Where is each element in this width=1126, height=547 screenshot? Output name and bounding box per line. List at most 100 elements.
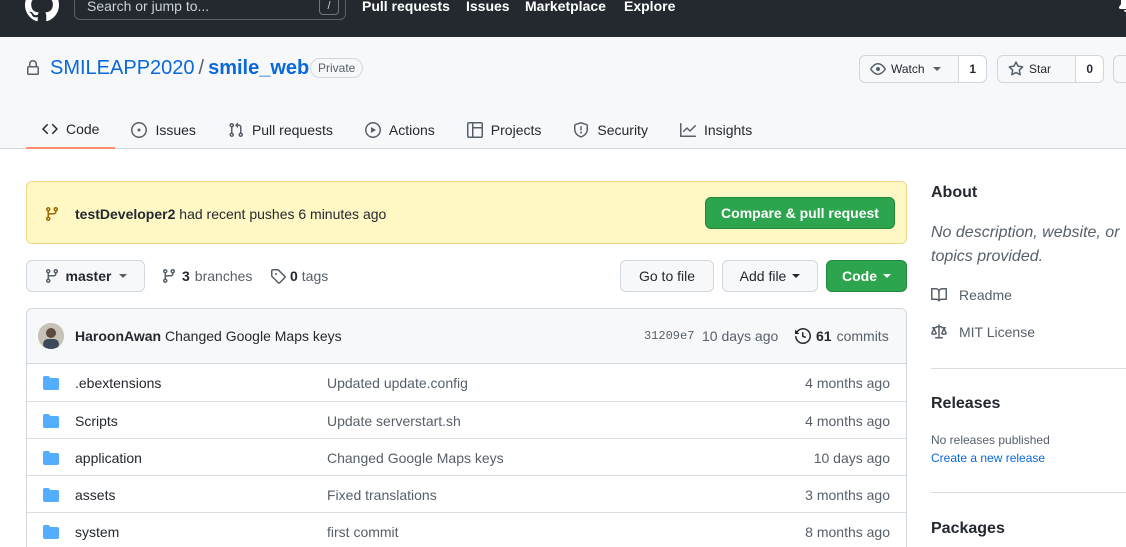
repo-title: SMILEAPP2020/smile_web (50, 57, 309, 80)
file-name-link[interactable]: system (75, 524, 119, 540)
branches-link[interactable]: 3 branches (161, 268, 252, 284)
file-name-link[interactable]: Scripts (75, 413, 118, 429)
code-button-label: Code (842, 268, 877, 284)
file-name-link[interactable]: application (75, 450, 142, 466)
about-heading: About (931, 184, 978, 201)
history-icon (795, 328, 811, 344)
file-browser: HaroonAwan Changed Google Maps keys 3120… (26, 308, 907, 547)
readme-label: Readme (959, 287, 1012, 303)
file-row[interactable]: assets Fixed translations 3 months ago (27, 475, 906, 512)
star-button[interactable]: Star (998, 56, 1075, 82)
table-icon (466, 122, 483, 138)
repo-owner-link[interactable]: SMILEAPP2020 (50, 57, 195, 79)
star-button-group: Star 0 (997, 55, 1104, 83)
folder-icon (43, 376, 59, 390)
star-count[interactable]: 0 (1075, 56, 1103, 82)
watch-label: Watch (891, 62, 925, 76)
commit-author-link[interactable]: HaroonAwan (75, 328, 161, 344)
folder-icon (43, 525, 59, 539)
file-name-link[interactable]: assets (75, 487, 115, 503)
license-link[interactable]: MIT License (931, 324, 1035, 340)
tab-code[interactable]: Code (26, 111, 116, 149)
avatar[interactable] (38, 323, 64, 349)
releases-empty-text: No releases published (931, 433, 1050, 447)
git-branch-icon (45, 269, 58, 284)
go-to-file-button[interactable]: Go to file (620, 260, 714, 292)
file-row[interactable]: .ebextensions Updated update.config 4 mo… (27, 364, 906, 401)
commits-label: commits (836, 328, 889, 344)
nav-marketplace[interactable]: Marketplace (525, 0, 606, 14)
latest-commit-bar: HaroonAwan Changed Google Maps keys 3120… (27, 309, 906, 364)
watch-count[interactable]: 1 (958, 56, 986, 82)
tags-link[interactable]: 0 tags (270, 268, 328, 284)
packages-heading[interactable]: Packages (931, 520, 1005, 538)
file-age: 8 months ago (805, 524, 890, 540)
git-branch-icon (45, 207, 58, 222)
about-description: No description, website, or topics provi… (931, 224, 1120, 265)
file-row[interactable]: system first commit 8 months ago (27, 512, 906, 547)
license-label: MIT License (959, 324, 1035, 340)
readme-link[interactable]: Readme (931, 287, 1012, 303)
branch-select-button[interactable]: master (26, 260, 145, 292)
file-commit-message-link[interactable]: Fixed translations (327, 487, 437, 503)
book-icon (931, 287, 947, 302)
compare-pull-request-button[interactable]: Compare & pull request (705, 197, 895, 229)
recent-push-banner: testDeveloper2 had recent pushes 6 minut… (26, 181, 907, 244)
commit-sha-link[interactable]: 31209e7 (644, 329, 694, 343)
watch-button[interactable]: Watch (860, 56, 958, 82)
tag-icon (271, 269, 286, 284)
github-logo-icon[interactable] (25, 0, 59, 22)
star-label: Star (1029, 62, 1052, 76)
folder-icon (43, 488, 59, 502)
repo-tabs: Code Issues Pull requests Actions Projec… (26, 111, 768, 149)
file-row[interactable]: Scripts Update serverstart.sh 4 months a… (27, 401, 906, 438)
branch-name: master (65, 268, 112, 284)
search-input[interactable]: Search or jump to... / (74, 0, 346, 20)
tab-label: Code (66, 121, 100, 137)
code-dropdown-button[interactable]: Code (826, 260, 907, 292)
releases-heading[interactable]: Releases (931, 395, 1000, 413)
shield-icon (574, 122, 589, 138)
tab-label: Actions (388, 122, 435, 138)
add-file-label: Add file (739, 268, 787, 284)
file-age: 10 days ago (813, 450, 890, 466)
sidebar-divider (931, 492, 1126, 493)
tab-projects[interactable]: Projects (451, 111, 558, 149)
repo-name-link[interactable]: smile_web (208, 57, 309, 79)
folder-icon (43, 414, 59, 428)
file-commit-message-link[interactable]: first commit (327, 524, 399, 540)
add-file-button[interactable]: Add file (722, 260, 818, 292)
tab-pull-requests[interactable]: Pull requests (212, 111, 349, 149)
tab-security[interactable]: Security (557, 111, 664, 149)
bell-icon[interactable] (1118, 0, 1126, 12)
tab-label: Insights (703, 122, 753, 138)
search-shortcut-key: / (319, 0, 339, 15)
repo-separator: / (198, 57, 205, 79)
file-row[interactable]: application Changed Google Maps keys 10 … (27, 438, 906, 475)
commit-message-link[interactable]: Changed Google Maps keys (165, 328, 342, 344)
file-commit-message-link[interactable]: Update serverstart.sh (327, 413, 461, 429)
create-release-link[interactable]: Create a new release (931, 451, 1045, 465)
file-commit-message-link[interactable]: Updated update.config (327, 375, 468, 391)
tab-issues[interactable]: Issues (115, 111, 211, 149)
star-icon (1008, 61, 1024, 76)
file-commit-message-link[interactable]: Changed Google Maps keys (327, 450, 504, 466)
commits-history-link[interactable]: 61 commits (795, 328, 889, 344)
repo-header: SMILEAPP2020/smile_web Private Watch 1 S… (0, 37, 1126, 149)
file-age: 4 months ago (805, 413, 890, 429)
push-user-link[interactable]: testDeveloper2 (75, 206, 175, 222)
commit-time: 10 days ago (702, 328, 779, 344)
tab-actions[interactable]: Actions (349, 111, 451, 149)
nav-explore[interactable]: Explore (624, 0, 675, 14)
search-placeholder: Search or jump to... (87, 0, 210, 14)
chevron-down-icon (792, 274, 801, 278)
star-dropdown-button[interactable] (1113, 55, 1126, 83)
tab-insights[interactable]: Insights (664, 111, 768, 149)
commits-count: 61 (816, 328, 832, 344)
code-icon (42, 123, 58, 135)
file-name-link[interactable]: .ebextensions (75, 375, 161, 391)
nav-pull-requests[interactable]: Pull requests (362, 0, 450, 14)
nav-issues[interactable]: Issues (466, 0, 510, 14)
watch-button-group: Watch 1 (859, 55, 987, 83)
folder-icon (43, 451, 59, 465)
